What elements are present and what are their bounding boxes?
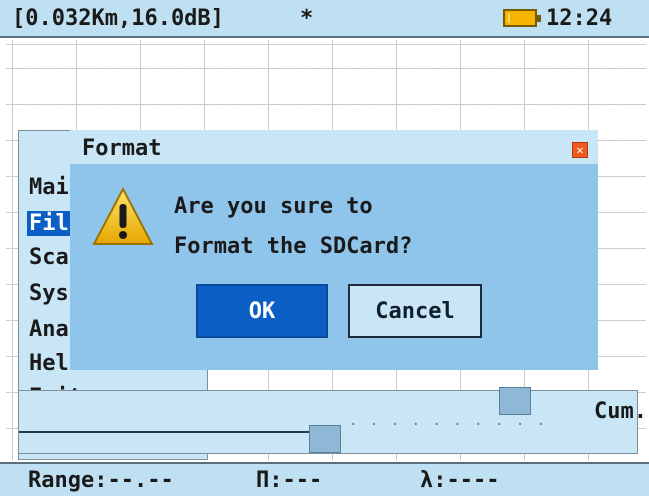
dialog-message-line2: Format the SDCard? — [174, 234, 413, 259]
grid-line — [6, 104, 646, 105]
wavelength-readout: λ:---- — [420, 468, 500, 493]
cancel-button[interactable]: Cancel — [348, 284, 482, 338]
dialog-message-line1: Are you sure to — [174, 194, 373, 219]
event-panel: · · · · · · · · · · Cum. — [18, 387, 647, 454]
ok-button[interactable]: OK — [196, 284, 328, 338]
battery-icon — [503, 9, 541, 27]
menu-item-help[interactable]: Hel — [29, 351, 69, 376]
warning-icon — [92, 186, 154, 245]
menu-item-scan[interactable]: Sca — [29, 245, 69, 270]
menu-item-main[interactable]: Mai — [29, 175, 69, 200]
footer-status-bar: Range:--.-- П:--- λ:---- — [0, 462, 649, 496]
close-icon[interactable]: ✕ — [572, 142, 588, 158]
menu-item-system[interactable]: Sys — [29, 281, 69, 306]
pulse-width-readout: П:--- — [256, 468, 323, 493]
dropdown-arrow-icon[interactable] — [499, 387, 531, 415]
dashed-separator: · · · · · · · · · · — [349, 417, 548, 433]
dropdown-arrow-icon[interactable] — [309, 425, 341, 453]
format-dialog: Are you sure to Format the SDCard? OK Ca… — [70, 164, 598, 370]
distance-loss-readout: [0.032Km,16.0dB] — [12, 6, 224, 31]
cumulative-label: Cum. — [594, 399, 647, 424]
dialog-title: Format — [82, 136, 162, 161]
menu-item-file[interactable]: Fil — [27, 211, 71, 236]
range-readout: Range:--.-- — [28, 468, 174, 493]
dialog-titlebar: Format ✕ — [70, 130, 598, 165]
grid-line — [6, 68, 646, 69]
clock: 12:24 — [546, 6, 613, 31]
menu-item-analysis[interactable]: Ana — [29, 317, 69, 342]
divider — [19, 431, 309, 433]
status-bar: [0.032Km,16.0dB] * 12:24 — [0, 0, 649, 38]
marker-indicator: * — [300, 6, 314, 31]
